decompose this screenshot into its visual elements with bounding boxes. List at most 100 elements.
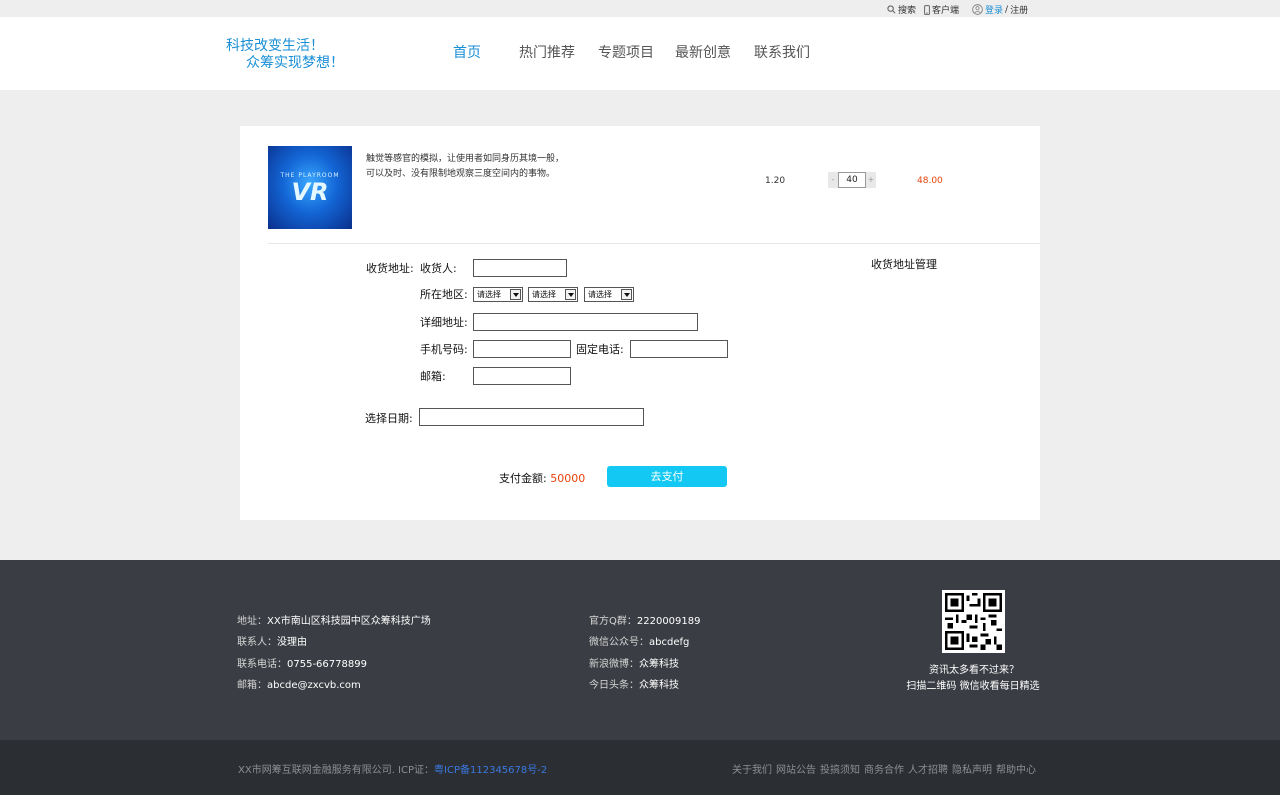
footer-contact: 联系人：没理由 [237,633,307,648]
login-link[interactable]: 登录 [985,3,1003,16]
slogan-line-2: 众筹实现梦想！ [246,55,344,71]
nav-hot-recommend[interactable]: 热门推荐 [519,42,575,62]
footer-wechat: 微信公众号：abcdefg [589,633,689,648]
email-input[interactable] [473,367,571,385]
quantity-input[interactable]: 40 [838,172,866,188]
district-select-value: 请选择 [588,290,612,299]
footer-toutiao: 今日头条：众筹科技 [589,676,679,691]
footer-phone-label: 联系电话： [237,659,287,670]
receiver-label: 收货人: [420,262,457,275]
date-label: 选择日期: [365,412,413,425]
footer-qq: 官方Q群：2220009189 [589,612,701,627]
nav-home[interactable]: 首页 [453,42,481,62]
copyright-text: XX市网筹互联网金融服务有限公司. ICP证：粤ICP备112345678号-2 [238,761,547,776]
footer-links: 关于我们 网站公告 投搞须知 商务合作 人才招聘 隐私声明 帮助中心 [732,761,1036,776]
footer-qq-label: 官方Q群： [589,616,637,627]
detail-address-input[interactable] [473,313,698,331]
footer-phone: 联系电话：0755-66778899 [237,655,367,670]
footer-email: 邮箱：abcde@zxcvb.com [237,676,361,691]
user-icon [972,4,983,15]
city-select-value: 请选择 [532,290,556,299]
dropdown-arrow-icon [565,289,576,300]
product-description: 触觉等感官的模拟，让使用者如同身历其境一般， 可以及时、没有限制地观察三度空间内… [366,152,606,182]
footer-email-label: 邮箱： [237,680,267,691]
dropdown-arrow-icon [510,289,521,300]
email-label: 邮箱: [420,370,446,383]
site-header: 科技改变生活！ 众筹实现梦想！ 首页 热门推荐 专题项目 最新创意 联系我们 [0,17,1280,90]
product-image[interactable]: THE PLAYROOM VR [268,146,352,229]
footer-wechat-label: 微信公众号： [589,637,649,648]
footer-address-value: XX市南山区科技园中区众筹科技广场 [267,616,431,627]
detail-address-label: 详细地址: [420,316,468,329]
account-links: 登录 / 注册 [972,3,1028,16]
date-input[interactable] [419,408,644,426]
city-select[interactable]: 请选择 [528,287,578,302]
product-description-line-1: 触觉等感官的模拟，让使用者如同身历其境一般， [366,154,565,164]
register-link[interactable]: 注册 [1010,3,1028,16]
district-select[interactable]: 请选择 [584,287,634,302]
address-manage-link[interactable]: 收货地址管理 [871,256,937,272]
footer-contact-value: 没理由 [277,637,307,648]
search-link-label: 搜索 [898,6,917,16]
nav-special-projects[interactable]: 专题项目 [598,42,654,62]
footer-link-announcements[interactable]: 网站公告 [776,761,816,776]
footer-toutiao-label: 今日头条： [589,680,639,691]
footer-link-submission-notes[interactable]: 投搞须知 [820,761,860,776]
product-image-logo: VR [291,178,329,206]
qr-caption-line-1: 资讯太多看不过来？ [929,665,1019,676]
unit-price: 1.20 [765,176,786,186]
icp-link[interactable]: 粤ICP备112345678号-2 [434,765,547,776]
footer-weibo-value: 众筹科技 [639,659,679,670]
landline-label: 固定电话: [576,343,624,356]
mobile-label: 手机号码: [420,343,468,356]
footer-address: 地址：XX市南山区科技园中区众筹科技广场 [237,612,431,627]
site-footer: 地址：XX市南山区科技园中区众筹科技广场 联系人：没理由 联系电话：0755-6… [0,560,1280,740]
search-link[interactable]: 搜索 [887,3,916,16]
footer-contact-label: 联系人： [237,637,277,648]
footer-weibo: 新浪微博：众筹科技 [589,655,679,670]
payment-amount: 支付金额: 50000 [499,470,585,486]
landline-input[interactable] [630,340,728,358]
subtotal: 48.00 [917,176,943,186]
account-separator: / [1005,4,1009,15]
footer-qq-value: 2220009189 [636,616,701,627]
region-label: 所在地区: [420,288,468,301]
province-select-value: 请选择 [477,290,501,299]
footer-email-value: abcde@zxcvb.com [267,680,361,691]
client-link-label: 客户端 [932,6,960,16]
dropdown-arrow-icon [621,289,632,300]
footer-toutiao-value: 众筹科技 [639,680,679,691]
qr-code [942,590,1005,653]
nav-contact-us[interactable]: 联系我们 [754,42,810,62]
copyright-bar: XX市网筹互联网金融服务有限公司. ICP证：粤ICP备112345678号-2… [0,740,1280,795]
nav-latest-ideas[interactable]: 最新创意 [675,42,731,62]
order-panel: THE PLAYROOM VR 触觉等感官的模拟，让使用者如同身历其境一般， 可… [240,126,1040,520]
phone-icon [924,4,930,15]
pay-button[interactable]: 去支付 [607,466,727,487]
company-name: XX市网筹互联网金融服务有限公司. ICP证： [238,765,435,776]
mobile-input[interactable] [473,340,571,358]
payment-amount-value: 50000 [550,472,586,485]
product-description-line-2: 可以及时、没有限制地观察三度空间内的事物。 [366,169,556,179]
payment-amount-label: 支付金额: [499,472,547,485]
client-link[interactable]: 客户端 [924,3,959,16]
footer-address-label: 地址： [237,616,267,627]
quantity-decrease-button[interactable]: - [828,172,838,188]
receiver-input[interactable] [473,259,567,277]
search-icon [887,5,896,14]
footer-link-privacy[interactable]: 隐私声明 [952,761,992,776]
top-utility-bar: 搜索 客户端 登录 / 注册 [0,0,1280,17]
footer-link-about[interactable]: 关于我们 [732,761,772,776]
address-label: 收货地址: [366,262,414,275]
footer-phone-value: 0755-66778899 [287,659,367,670]
quantity-increase-button[interactable]: + [866,172,876,188]
quantity-stepper: - 40 + [828,172,876,188]
footer-weibo-label: 新浪微博： [589,659,639,670]
footer-wechat-value: abcdefg [649,637,690,648]
divider [268,243,1040,244]
footer-link-business[interactable]: 商务合作 [864,761,904,776]
footer-link-help[interactable]: 帮助中心 [996,761,1036,776]
qr-caption-line-2: 扫描二维码 微信收看每日精选 [906,681,1040,692]
footer-link-careers[interactable]: 人才招聘 [908,761,948,776]
province-select[interactable]: 请选择 [473,287,523,302]
